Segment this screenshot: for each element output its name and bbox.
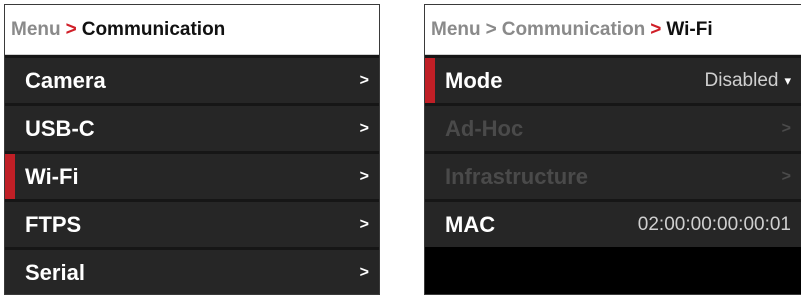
- breadcrumb-communication[interactable]: Communication: [502, 19, 646, 41]
- communication-menu-panel: Menu > Communication Camera > USB-C > Wi…: [4, 4, 380, 295]
- menu-list: Camera > USB-C > Wi-Fi > FTPS > Serial >: [5, 55, 379, 294]
- menu-item-serial[interactable]: Serial >: [5, 250, 379, 294]
- empty-area: [425, 247, 801, 294]
- menu-item-camera[interactable]: Camera >: [5, 58, 379, 103]
- mac-address-value: 02:00:00:00:00:01: [637, 213, 791, 235]
- breadcrumb-current: Wi-Fi: [666, 18, 713, 40]
- chevron-down-icon[interactable]: ▾: [784, 73, 791, 89]
- chevron-right-icon: >: [781, 119, 791, 137]
- breadcrumb-separator: >: [65, 18, 77, 40]
- mac-label: MAC: [445, 211, 496, 237]
- breadcrumb: Menu > Communication > Wi-Fi: [425, 5, 801, 55]
- wifi-settings-panel: Menu > Communication > Wi-Fi Mode Disabl…: [424, 4, 801, 295]
- chevron-right-icon: >: [359, 119, 369, 137]
- settings-list: Mode Disabled ▾ Ad-Hoc > Infrastructure …: [425, 55, 801, 247]
- chevron-right-icon: >: [359, 263, 369, 281]
- menu-item-label: USB-C: [25, 115, 95, 141]
- chevron-right-icon: >: [359, 167, 369, 185]
- menu-item-label: Ad-Hoc: [445, 115, 524, 141]
- mac-address-row: MAC 02:00:00:00:00:01: [425, 202, 801, 247]
- mode-setting-row[interactable]: Mode Disabled ▾: [425, 58, 801, 103]
- breadcrumb-separator: >: [650, 18, 662, 40]
- selection-indicator: [5, 154, 15, 199]
- breadcrumb-menu[interactable]: Menu: [431, 19, 481, 41]
- chevron-right-icon: >: [359, 71, 369, 89]
- menu-item-label: Wi-Fi: [25, 163, 79, 189]
- breadcrumb-menu[interactable]: Menu: [11, 19, 61, 41]
- menu-item-label: Infrastructure: [445, 163, 589, 189]
- breadcrumb: Menu > Communication: [5, 5, 379, 55]
- menu-item-ad-hoc[interactable]: Ad-Hoc >: [425, 106, 801, 151]
- menu-item-wi-fi[interactable]: Wi-Fi >: [5, 154, 379, 199]
- menu-item-usb-c[interactable]: USB-C >: [5, 106, 379, 151]
- mode-label: Mode: [445, 67, 503, 93]
- menu-item-label: Camera: [25, 67, 106, 93]
- breadcrumb-current: Communication: [81, 18, 226, 40]
- menu-item-infrastructure[interactable]: Infrastructure >: [425, 154, 801, 199]
- mode-dropdown-value[interactable]: Disabled: [705, 70, 779, 92]
- chevron-right-icon: >: [781, 167, 791, 185]
- menu-item-ftps[interactable]: FTPS >: [5, 202, 379, 247]
- menu-item-label: FTPS: [25, 211, 82, 237]
- selection-indicator: [425, 58, 435, 103]
- menu-item-label: Serial: [25, 259, 85, 285]
- chevron-right-icon: >: [359, 215, 369, 233]
- breadcrumb-separator: >: [485, 18, 497, 40]
